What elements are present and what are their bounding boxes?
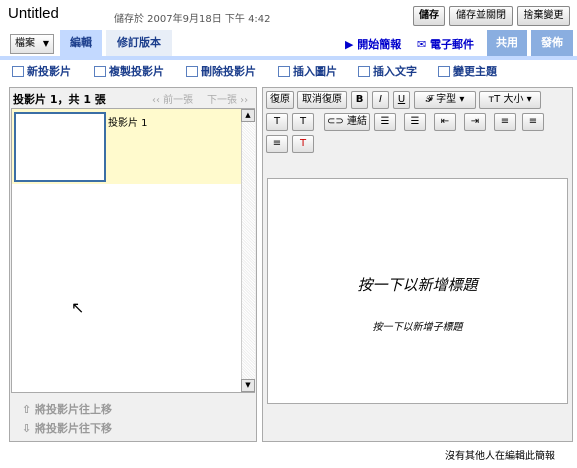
publish-button[interactable]: 發佈	[531, 30, 573, 56]
scroll-up-icon[interactable]: ▲	[241, 109, 255, 122]
tabbar-divider	[0, 56, 577, 60]
save-button[interactable]: 儲存	[413, 6, 445, 26]
delete-slide-label: 刪除投影片	[201, 65, 256, 78]
arrow-up-icon: ⇧	[22, 403, 36, 416]
slide-count: 投影片 1，共 1 張	[13, 93, 106, 106]
clear-format-icon[interactable]: T	[292, 135, 314, 153]
chevron-down-icon: ▾	[523, 94, 532, 105]
scroll-down-icon[interactable]: ▼	[241, 379, 255, 392]
move-slide-up-button[interactable]: ⇧ 將投影片往上移	[22, 401, 112, 417]
text-size-icon: тT	[488, 94, 504, 105]
document-title[interactable]: Untitled	[8, 5, 59, 22]
insert-image-button[interactable]: 插入圖片	[278, 63, 337, 79]
copy-slide-button[interactable]: 複製投影片	[94, 63, 164, 79]
move-down-label: 將投影片往下移	[35, 422, 113, 435]
change-theme-button[interactable]: 變更主題	[438, 63, 497, 79]
italic-button[interactable]: I	[372, 91, 389, 109]
delete-slide-button[interactable]: 刪除投影片	[186, 63, 256, 79]
new-slide-label: 新投影片	[27, 65, 71, 78]
link-button[interactable]: ⊂⊃ 連結	[324, 113, 370, 131]
arrow-down-icon: ⇩	[22, 422, 36, 435]
discard-button[interactable]: 捨棄變更	[517, 6, 570, 26]
move-slide-down-button[interactable]: ⇩ 將投影片往下移	[22, 420, 112, 436]
subtitle-placeholder[interactable]: 按一下以新增子標題	[267, 318, 568, 333]
highlight-color-icon[interactable]: T	[292, 113, 314, 131]
align-center-icon[interactable]: ≡	[522, 113, 544, 131]
align-left-icon[interactable]: ≡	[494, 113, 516, 131]
underline-button[interactable]: U	[393, 91, 410, 109]
undo-button[interactable]: 取消復原	[297, 91, 347, 109]
font-label: 字型	[436, 94, 457, 105]
bold-button[interactable]: B	[351, 91, 368, 109]
outdent-icon[interactable]: ⇤	[434, 113, 456, 131]
prev-slide-button[interactable]: ‹‹ 前一張	[152, 91, 193, 106]
mouse-cursor-icon: ↖	[71, 298, 85, 317]
next-slide-button[interactable]: 下一張 ››	[207, 91, 248, 106]
title-placeholder[interactable]: 按一下以新增標題	[267, 274, 568, 295]
bullet-list-icon[interactable]: ☰	[404, 113, 426, 131]
font-icon: 𝓕	[425, 94, 437, 105]
insert-image-icon	[278, 66, 290, 77]
chevron-down-icon: ▼	[42, 39, 49, 48]
link-icon: ⊂⊃	[327, 116, 347, 127]
slide-label: 投影片 1	[108, 118, 148, 129]
email-link[interactable]: ✉ 電子郵件	[417, 36, 474, 52]
email-icon: ✉	[417, 38, 431, 51]
numbered-list-icon[interactable]: ☰	[374, 113, 396, 131]
font-select[interactable]: 𝓕 字型 ▾	[414, 91, 476, 109]
insert-text-button[interactable]: 插入文字	[358, 63, 417, 79]
tab-revisions[interactable]: 修訂版本	[106, 30, 172, 56]
insert-text-icon	[358, 66, 370, 77]
indent-icon[interactable]: ⇥	[464, 113, 486, 131]
present-icon: ▶	[345, 38, 358, 51]
change-theme-label: 變更主題	[453, 65, 497, 78]
new-slide-icon	[12, 66, 24, 77]
email-label: 電子郵件	[430, 38, 475, 51]
delete-slide-icon	[186, 66, 198, 77]
chevron-down-icon: ▾	[456, 94, 465, 105]
align-right-icon[interactable]: ≡	[266, 135, 288, 153]
present-label: 開始簡報	[357, 38, 402, 51]
share-button[interactable]: 共用	[487, 30, 527, 56]
slide-thumbnail[interactable]	[14, 112, 106, 182]
slide-list-scrollbar[interactable]	[241, 109, 255, 392]
insert-image-label: 插入圖片	[293, 65, 337, 78]
insert-text-label: 插入文字	[373, 65, 417, 78]
copy-slide-label: 複製投影片	[109, 65, 164, 78]
new-slide-button[interactable]: 新投影片	[12, 63, 71, 79]
collaboration-status: 沒有其他人在編輯此簡報	[445, 451, 555, 462]
change-theme-icon	[438, 66, 450, 77]
tab-edit[interactable]: 編輯	[60, 30, 102, 56]
link-label: 連結	[346, 116, 367, 127]
save-close-button[interactable]: 儲存並關閉	[449, 6, 513, 26]
copy-slide-icon	[94, 66, 106, 77]
file-menu-label: 檔案	[15, 38, 35, 49]
text-color-icon[interactable]: T	[266, 113, 288, 131]
size-label: 大小	[503, 94, 524, 105]
file-menu[interactable]: 檔案 ▼	[10, 34, 54, 54]
saved-status: 儲存於 2007年9月18日 下午 4:42	[114, 14, 271, 25]
redo-button[interactable]: 復原	[266, 91, 294, 109]
size-select[interactable]: тT 大小 ▾	[479, 91, 541, 109]
move-up-label: 將投影片往上移	[35, 403, 113, 416]
present-link[interactable]: ▶ 開始簡報	[345, 36, 401, 52]
